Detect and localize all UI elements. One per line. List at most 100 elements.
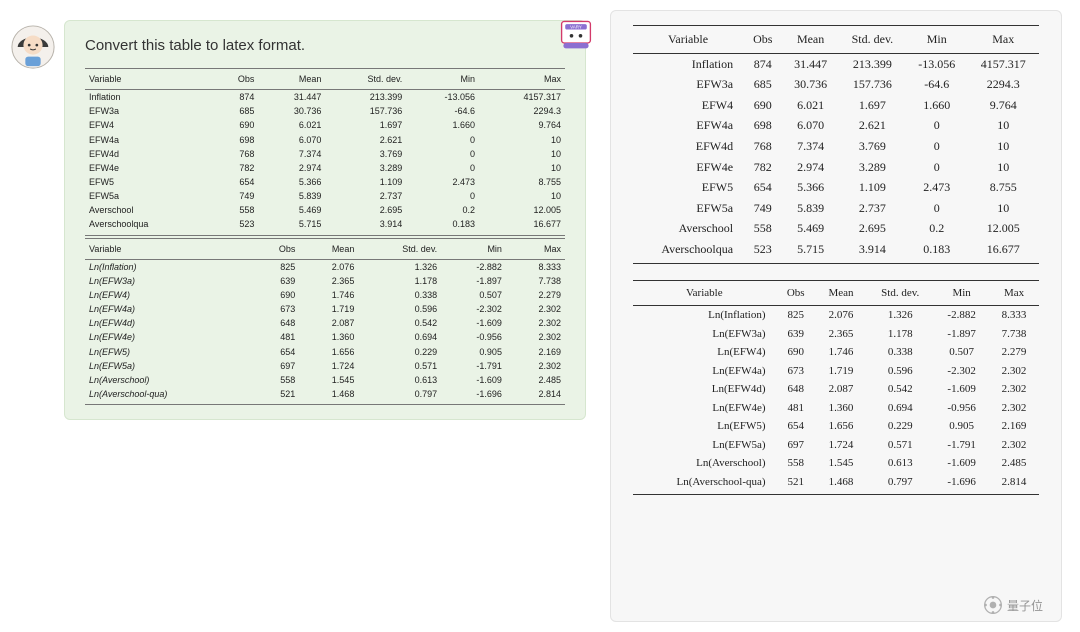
cell-max: 9.764 <box>479 118 565 132</box>
cell-max: 4157.317 <box>967 53 1039 74</box>
cell-mean: 5.366 <box>782 177 838 198</box>
cell-mean: 6.070 <box>258 133 325 147</box>
cell-min: 0 <box>406 161 479 175</box>
cell-min: -13.056 <box>906 53 967 74</box>
cell-variable: Ln(EFW3a) <box>633 325 776 344</box>
cell-min: 0 <box>406 147 479 161</box>
col-mean: Mean <box>299 238 358 259</box>
cell-max: 10 <box>967 198 1039 219</box>
cell-sd: 1.178 <box>358 274 441 288</box>
cell-min: 0 <box>406 133 479 147</box>
cell-variable: Ln(EFW4e) <box>85 330 252 344</box>
cell-max: 2.279 <box>506 288 565 302</box>
cell-min: 2.473 <box>906 177 967 198</box>
table-row: Ln(EFW4e)4811.3600.694-0.9562.302 <box>633 399 1039 418</box>
table-row: Ln(EFW4)6901.7460.3380.5072.279 <box>633 343 1039 362</box>
cell-variable: Averschool <box>85 203 212 217</box>
cell-min: -64.6 <box>906 74 967 95</box>
col-min: Min <box>441 238 506 259</box>
cell-max: 2294.3 <box>479 104 565 118</box>
cell-variable: EFW5 <box>85 175 212 189</box>
table-row: EFW4a6986.0702.621010 <box>633 115 1039 136</box>
table-row: Ln(EFW4a)6731.7190.596-2.3022.302 <box>633 362 1039 381</box>
cell-min: -1.696 <box>934 473 989 495</box>
cell-variable: Ln(Inflation) <box>85 259 252 274</box>
table-row: Ln(Averschool-qua)5211.4680.797-1.6962.8… <box>85 387 565 405</box>
cell-mean: 6.070 <box>782 115 838 136</box>
cell-variable: EFW4 <box>85 118 212 132</box>
table-row: Ln(Averschool)5581.5450.613-1.6092.485 <box>85 373 565 387</box>
cell-obs: 749 <box>743 198 782 219</box>
cell-mean: 1.724 <box>816 436 866 455</box>
cell-sd: 0.571 <box>866 436 934 455</box>
cell-min: 0.905 <box>934 417 989 436</box>
cell-sd: 2.621 <box>839 115 906 136</box>
cell-mean: 1.719 <box>816 362 866 381</box>
cell-sd: 1.326 <box>358 259 441 274</box>
table-row: EFW4d7687.3743.769010 <box>85 147 565 161</box>
cell-obs: 768 <box>212 147 258 161</box>
cell-obs: 782 <box>743 157 782 178</box>
latex-table-block2: Variable Obs Mean Std. dev. Min Max Ln(I… <box>633 280 1039 496</box>
cell-sd: 0.571 <box>358 359 441 373</box>
col-obs: Obs <box>776 280 816 306</box>
cell-mean: 1.545 <box>816 454 866 473</box>
cell-obs: 874 <box>743 53 782 74</box>
cell-obs: 481 <box>252 330 299 344</box>
cell-mean: 1.656 <box>816 417 866 436</box>
table-row: Ln(EFW5a)6971.7240.571-1.7912.302 <box>633 436 1039 455</box>
watermark-logo-icon <box>983 595 1003 615</box>
table-row: EFW4e7822.9743.289010 <box>633 157 1039 178</box>
col-variable: Variable <box>85 238 252 259</box>
table-row: Ln(EFW3a)6392.3651.178-1.8977.738 <box>85 274 565 288</box>
cell-min: 0.507 <box>934 343 989 362</box>
cell-min: -2.882 <box>441 259 506 274</box>
col-mean: Mean <box>782 26 838 54</box>
table-header-row: Variable Obs Mean Std. dev. Min Max <box>633 26 1039 54</box>
cell-max: 2.814 <box>506 387 565 405</box>
cell-obs: 654 <box>212 175 258 189</box>
source-table-block1: Variable Obs Mean Std. dev. Min Max Infl… <box>85 68 565 236</box>
cell-obs: 698 <box>212 133 258 147</box>
cell-sd: 1.697 <box>839 95 906 116</box>
cell-min: 0.905 <box>441 345 506 359</box>
table-row: Averschoolqua5235.7153.9140.18316.677 <box>85 217 565 235</box>
prompt-text: Convert this table to latex format. <box>85 37 565 54</box>
col-min: Min <box>406 69 479 90</box>
cell-max: 2.302 <box>506 316 565 330</box>
cell-mean: 2.974 <box>782 157 838 178</box>
cell-sd: 0.338 <box>358 288 441 302</box>
table-row: Ln(EFW4e)4811.3600.694-0.9562.302 <box>85 330 565 344</box>
table-row: EFW3a68530.736157.736-64.62294.3 <box>633 74 1039 95</box>
cell-max: 2.302 <box>506 359 565 373</box>
table-row: EFW5a7495.8392.737010 <box>633 198 1039 219</box>
cell-obs: 749 <box>212 189 258 203</box>
cell-mean: 30.736 <box>258 104 325 118</box>
cell-obs: 874 <box>212 90 258 105</box>
cell-mean: 1.719 <box>299 302 358 316</box>
cell-mean: 6.021 <box>258 118 325 132</box>
cell-sd: 213.399 <box>839 53 906 74</box>
cell-mean: 5.839 <box>258 189 325 203</box>
cell-max: 2.302 <box>989 436 1039 455</box>
cell-mean: 2.076 <box>816 306 866 325</box>
cell-obs: 648 <box>252 316 299 330</box>
cell-min: -1.609 <box>441 316 506 330</box>
col-max: Max <box>989 280 1039 306</box>
cell-obs: 639 <box>252 274 299 288</box>
cell-mean: 2.087 <box>299 316 358 330</box>
cell-obs: 654 <box>252 345 299 359</box>
cell-min: 0.183 <box>406 217 479 235</box>
cell-mean: 1.468 <box>299 387 358 405</box>
cell-sd: 0.694 <box>358 330 441 344</box>
cell-sd: 3.914 <box>839 239 906 263</box>
cell-mean: 7.374 <box>258 147 325 161</box>
cell-min: 0 <box>906 136 967 157</box>
cell-sd: 1.109 <box>839 177 906 198</box>
cell-sd: 157.736 <box>839 74 906 95</box>
cell-obs: 673 <box>776 362 816 381</box>
cell-max: 2.302 <box>506 330 565 344</box>
cell-max: 2.485 <box>506 373 565 387</box>
cell-variable: Ln(EFW4) <box>85 288 252 302</box>
cell-obs: 654 <box>743 177 782 198</box>
